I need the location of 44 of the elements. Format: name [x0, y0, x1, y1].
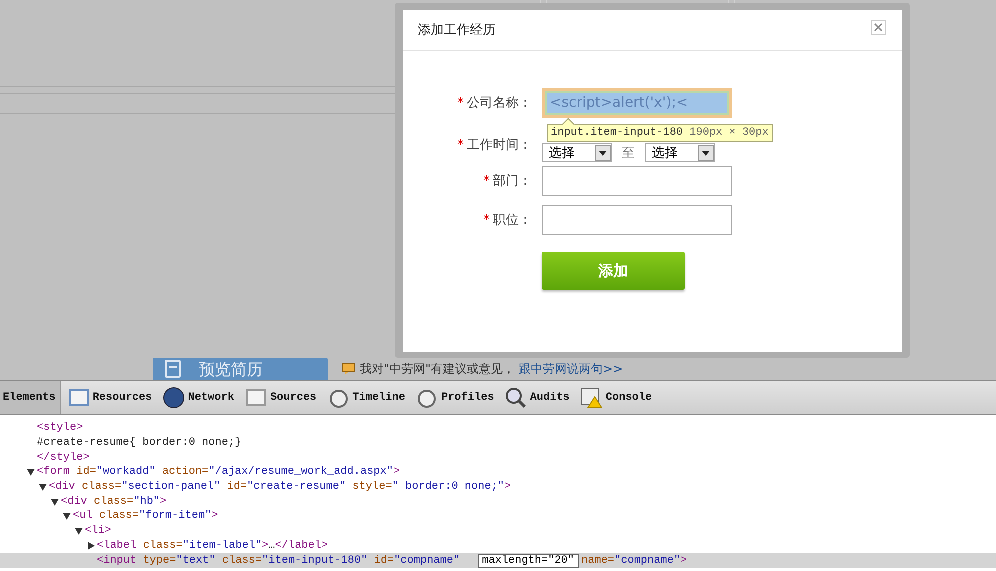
- dom-tree-row[interactable]: <input type="text" class="item-input-180" id="compname" maxlength="20" name="compname">: [0, 553, 996, 568]
- dom-tree-row[interactable]: <label class="item-label">…</label>: [0, 538, 996, 554]
- text-field[interactable]: [542, 205, 732, 235]
- devtools-tab[interactable]: Resources: [64, 381, 156, 414]
- attribute-edit-field[interactable]: maxlength="20": [478, 554, 579, 568]
- field-label: * 工作时间：: [456, 136, 532, 154]
- dom-tree-row[interactable]: <style>: [0, 421, 996, 436]
- window-icon: [68, 386, 90, 408]
- text-field[interactable]: [542, 166, 732, 196]
- expand-triangle-icon[interactable]: [27, 468, 35, 476]
- separator-text: 至: [622, 144, 635, 162]
- devtools-tab[interactable]: Console: [578, 381, 656, 414]
- expand-triangle-icon[interactable]: [39, 483, 47, 492]
- dom-tree-row[interactable]: <div class="section-panel" id="create-resume" style=" border:0 none;">: [0, 480, 996, 494]
- select-dropdown[interactable]: 选择: [542, 143, 612, 162]
- devtools-tab[interactable]: Network: [160, 381, 238, 414]
- field-label: * 公司名称：: [456, 95, 532, 112]
- devtools-tab[interactable]: Profiles: [413, 381, 498, 414]
- magnifier-icon: [505, 386, 528, 408]
- dom-tree-row[interactable]: <form id="workadd" action="/ajax/resume_work_add.aspx">: [0, 465, 996, 480]
- expand-triangle-icon[interactable]: [75, 527, 83, 536]
- devtools-tab[interactable]: Timeline: [324, 381, 410, 414]
- expand-triangle-icon[interactable]: [87, 542, 95, 550]
- close-icon: [874, 22, 883, 32]
- dom-tree-row[interactable]: #create-resume{ border:0 none;}: [0, 436, 996, 450]
- expand-triangle-icon[interactable]: [63, 512, 71, 520]
- select-dropdown[interactable]: 选择: [645, 143, 715, 162]
- field-label: * 部门：: [482, 173, 532, 190]
- dom-tree-row[interactable]: <li>: [0, 524, 996, 538]
- expand-triangle-icon[interactable]: [51, 498, 59, 506]
- dialog-title: 添加工作经历: [418, 22, 496, 39]
- close-button[interactable]: [871, 20, 886, 34]
- speech-bubble-icon: [342, 362, 356, 376]
- warning-icon: [580, 386, 603, 408]
- dom-tree-row[interactable]: </style>: [0, 450, 996, 466]
- devtools-tab[interactable]: Elements: [0, 381, 61, 414]
- devtools-tab[interactable]: Audits: [502, 381, 574, 414]
- dom-tree-row[interactable]: <div class="hb">: [0, 494, 996, 510]
- field-label: * 职位：: [482, 212, 532, 229]
- devtools-tab[interactable]: Sources: [242, 381, 321, 414]
- feedback-link[interactable]: 跟中劳网说两句>>: [519, 360, 624, 378]
- feedback-text: 我对"中劳网"有建议或意见，: [360, 360, 516, 378]
- globe-icon: [163, 386, 186, 408]
- dom-tree-row[interactable]: <ul class="form-item">: [0, 509, 996, 524]
